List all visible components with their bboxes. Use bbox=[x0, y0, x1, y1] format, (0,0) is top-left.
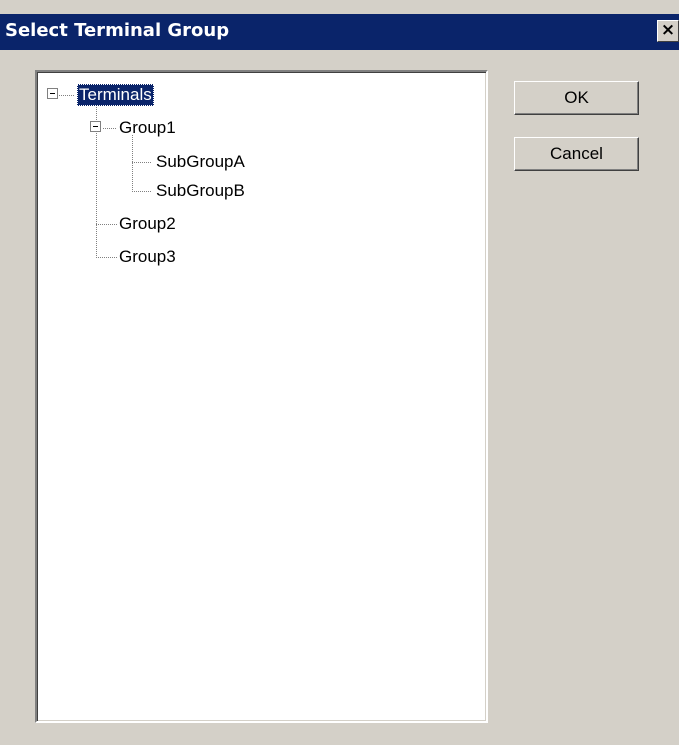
select-terminal-group-dialog: Select Terminal Group × Terminals Group1… bbox=[0, 0, 679, 745]
tree-node-group1[interactable]: Group1 bbox=[117, 117, 178, 139]
close-button[interactable]: × bbox=[657, 20, 679, 42]
tree-connector-lines bbox=[59, 95, 152, 258]
dialog-title: Select Terminal Group bbox=[5, 20, 230, 41]
cancel-button[interactable]: Cancel bbox=[514, 137, 639, 171]
tree-node-group3[interactable]: Group3 bbox=[117, 246, 178, 268]
tree-node-subgroupa[interactable]: SubGroupA bbox=[154, 151, 247, 173]
close-icon: × bbox=[660, 20, 676, 40]
ok-button[interactable]: OK bbox=[514, 81, 639, 115]
title-bar: Select Terminal Group × bbox=[0, 14, 679, 50]
tree-node-subgroupb[interactable]: SubGroupB bbox=[154, 180, 247, 202]
tree-expander-group1[interactable] bbox=[90, 121, 101, 132]
tree-node-group2[interactable]: Group2 bbox=[117, 213, 178, 235]
tree-node-terminals[interactable]: Terminals bbox=[77, 84, 154, 106]
tree-expander-terminals[interactable] bbox=[47, 88, 58, 99]
collapse-icon bbox=[50, 93, 55, 94]
terminal-group-tree[interactable]: Terminals Group1 SubGroupA SubGroupB Gro… bbox=[35, 70, 488, 723]
collapse-icon bbox=[93, 126, 98, 127]
